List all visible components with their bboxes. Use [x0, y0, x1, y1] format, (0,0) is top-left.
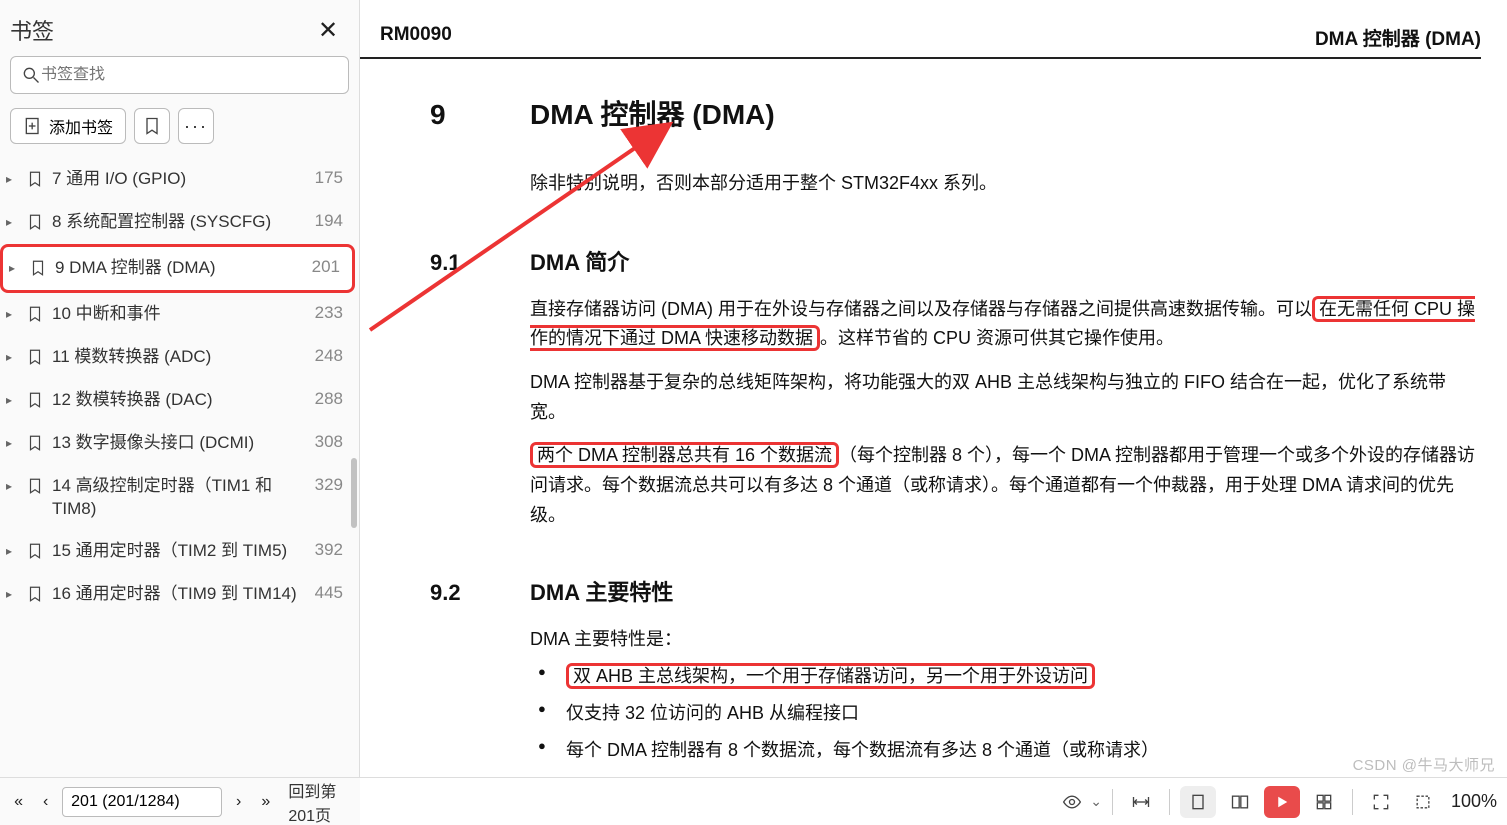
grid-icon	[1314, 792, 1334, 812]
page-content: RM0090 DMA 控制器 (DMA) 9 DMA 控制器 (DMA) 除非特…	[360, 0, 1507, 777]
document-view[interactable]: RM0090 DMA 控制器 (DMA) 9 DMA 控制器 (DMA) 除非特…	[360, 0, 1507, 825]
bookmark-item-10[interactable]: ▸ 10 中断和事件 233	[0, 293, 355, 336]
bookmark-item-16[interactable]: ▸ 16 通用定时器（TIM9 到 TIM14) 445	[0, 573, 355, 616]
feature-item: 每个 DMA 控制器有 8 个数据流，每个数据流有多达 8 个通道（或称请求）	[530, 736, 1481, 765]
expand-icon[interactable]: ▸	[6, 172, 18, 186]
doc-header-right: DMA 控制器 (DMA)	[1315, 24, 1481, 51]
bookmark-icon	[26, 389, 44, 411]
bookmark-item-7[interactable]: ▸ 7 通用 I/O (GPIO) 175	[0, 158, 355, 201]
page-nav-bar: « ‹ › » 回到第201页	[0, 777, 360, 825]
expand-icon[interactable]: ▸	[6, 393, 18, 407]
subsection-title: DMA 主要特性	[530, 575, 673, 607]
highlight-phrase: 两个 DMA 控制器总共有 16 个数据流	[530, 442, 839, 468]
actual-size-button[interactable]	[1405, 786, 1441, 818]
expand-icon[interactable]: ▸	[6, 307, 18, 321]
sidebar-title: 书签	[10, 14, 54, 46]
feature-item: 双 AHB 主总线架构，一个用于存储器访问，另一个用于外设访问	[530, 662, 1481, 691]
single-page-icon	[1188, 792, 1208, 812]
actual-size-icon	[1413, 792, 1433, 812]
bookmark-icon	[26, 168, 44, 190]
last-page-button[interactable]: »	[255, 787, 276, 817]
bookmark-search-input[interactable]	[41, 66, 338, 84]
status-text: 回到第201页	[288, 778, 352, 825]
expand-icon[interactable]: ▸	[6, 436, 18, 450]
highlight-phrase: 双 AHB 主总线架构，一个用于存储器访问，另一个用于外设访问	[566, 663, 1095, 689]
presentation-button[interactable]	[1264, 786, 1300, 818]
feature-item: 仅支持 32 位访问的 AHB 从编程接口	[530, 699, 1481, 728]
bookmark-item-11[interactable]: ▸ 11 模数转换器 (ADC) 248	[0, 336, 355, 379]
fullscreen-button[interactable]	[1363, 786, 1399, 818]
bookmark-icon	[26, 432, 44, 454]
bookmark-icon	[142, 116, 162, 136]
eye-icon	[1062, 792, 1082, 812]
chevron-down-icon: ⌄	[1090, 793, 1102, 810]
bookmark-icon	[29, 257, 47, 279]
section-title: DMA 控制器 (DMA)	[530, 93, 775, 133]
bookmark-icon	[26, 346, 44, 368]
fit-width-button[interactable]	[1123, 786, 1159, 818]
bookmark-search[interactable]	[10, 56, 349, 94]
bookmark-list: ▸ 7 通用 I/O (GPIO) 175 ▸ 8 系统配置控制器 (SYSCF…	[0, 158, 359, 825]
bookmark-item-14[interactable]: ▸ 14 高级控制定时器（TIM1 和 TIM8) 329	[0, 465, 355, 531]
page-number-input[interactable]	[62, 787, 222, 817]
search-icon	[21, 65, 41, 85]
more-options-button[interactable]: ···	[178, 108, 214, 144]
expand-icon[interactable]: ▸	[6, 215, 18, 229]
paragraph: DMA 主要特性是： 双 AHB 主总线架构，一个用于存储器访问，另一个用于外设…	[530, 625, 1481, 778]
expand-icon[interactable]: ▸	[6, 479, 18, 493]
expand-icon[interactable]: ▸	[6, 544, 18, 558]
divider	[1352, 789, 1353, 815]
scrollbar-thumb[interactable]	[351, 458, 357, 528]
bookmarks-sidebar: 书签 ✕ 添加书签 ··· ▸ 7 通用 I/O (GPIO)	[0, 0, 360, 825]
bookmark-icon	[26, 303, 44, 325]
section-number: 9	[430, 99, 530, 131]
divider	[1169, 789, 1170, 815]
view-toolbar: ⌄ 100%	[360, 777, 1507, 825]
expand-icon[interactable]: ▸	[6, 587, 18, 601]
bookmark-icon	[26, 540, 44, 562]
bookmark-item-9[interactable]: ▸ 9 DMA 控制器 (DMA) 201	[0, 244, 355, 293]
prev-page-button[interactable]: ‹	[35, 787, 56, 817]
grid-view-button[interactable]	[1306, 786, 1342, 818]
bookmark-item-8[interactable]: ▸ 8 系统配置控制器 (SYSCFG) 194	[0, 201, 355, 244]
subsection-number: 9.2	[430, 580, 530, 606]
paragraph: 两个 DMA 控制器总共有 16 个数据流（每个控制器 8 个），每一个 DMA…	[530, 441, 1481, 530]
bookmark-item-15[interactable]: ▸ 15 通用定时器（TIM2 到 TIM5) 392	[0, 530, 355, 573]
zoom-level[interactable]: 100%	[1451, 791, 1497, 812]
play-icon	[1273, 793, 1291, 811]
add-bookmark-icon	[23, 116, 43, 136]
bookmark-icon	[26, 475, 44, 497]
section-note: 除非特别说明，否则本部分适用于整个 STM32F4xx 系列。	[530, 169, 1481, 199]
first-page-button[interactable]: «	[8, 787, 29, 817]
fit-width-icon	[1131, 792, 1151, 812]
bookmark-icon	[26, 211, 44, 233]
add-bookmark-button[interactable]: 添加书签	[10, 108, 126, 144]
bookmark-outline-button[interactable]	[134, 108, 170, 144]
subsection-number: 9.1	[430, 250, 530, 276]
paragraph: 直接存储器访问 (DMA) 用于在外设与存储器之间以及存储器与存储器之间提供高速…	[530, 295, 1481, 354]
bookmark-item-13[interactable]: ▸ 13 数字摄像头接口 (DCMI) 308	[0, 422, 355, 465]
divider	[1112, 789, 1113, 815]
visibility-button[interactable]	[1054, 786, 1090, 818]
expand-icon[interactable]: ▸	[6, 350, 18, 364]
close-sidebar-button[interactable]: ✕	[313, 15, 343, 45]
watermark: CSDN @牛马大师兄	[1353, 754, 1495, 775]
subsection-title: DMA 简介	[530, 245, 629, 277]
fullscreen-icon	[1371, 792, 1391, 812]
next-page-button[interactable]: ›	[228, 787, 249, 817]
single-page-button[interactable]	[1180, 786, 1216, 818]
expand-icon[interactable]: ▸	[9, 261, 21, 275]
bookmark-item-12[interactable]: ▸ 12 数模转换器 (DAC) 288	[0, 379, 355, 422]
doc-header-left: RM0090	[380, 24, 452, 51]
two-page-icon	[1230, 792, 1250, 812]
paragraph: DMA 控制器基于复杂的总线矩阵架构，将功能强大的双 AHB 主总线架构与独立的…	[530, 368, 1481, 427]
two-page-button[interactable]	[1222, 786, 1258, 818]
bookmark-icon	[26, 583, 44, 605]
